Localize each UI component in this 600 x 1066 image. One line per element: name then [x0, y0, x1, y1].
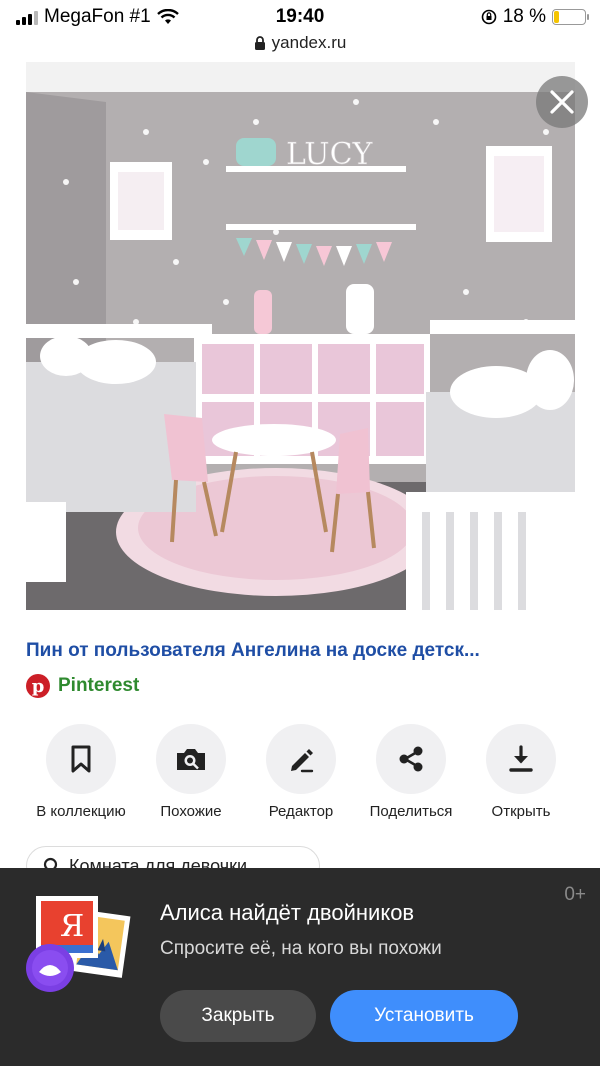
promo-title: Алиса найдёт двойников — [160, 900, 415, 925]
open-button[interactable]: Открыть — [466, 724, 576, 820]
promo-art-letter: Я — [60, 909, 84, 944]
pencil-icon — [291, 749, 314, 773]
action-circle — [46, 724, 116, 794]
action-circle — [376, 724, 446, 794]
action-label: Редактор — [268, 803, 334, 820]
camera-search-icon — [177, 749, 205, 770]
share-button[interactable]: Поделиться — [356, 724, 466, 820]
action-label: Поделиться — [369, 803, 453, 820]
similar-button[interactable]: Похожие — [136, 724, 246, 820]
lucy-sign: LUCY — [286, 137, 374, 172]
download-icon — [509, 745, 533, 772]
close-image-button[interactable] — [536, 76, 588, 128]
battery-percent: 18 % — [502, 6, 546, 27]
status-bar: MegaFon #1 19:40 18 % — [0, 0, 600, 34]
action-circle — [266, 724, 336, 794]
bookmark-icon — [71, 745, 91, 773]
url-text: yandex.ru — [271, 33, 347, 52]
battery-icon — [552, 9, 589, 25]
action-label: Открыть — [491, 803, 551, 820]
add-to-collection-button[interactable]: В коллекцию — [26, 724, 136, 820]
address-bar[interactable]: yandex.ru — [0, 32, 600, 54]
promo-illustration: Я — [26, 896, 131, 992]
action-label: Похожие — [160, 803, 222, 820]
install-button[interactable]: Установить — [330, 990, 518, 1042]
lock-icon — [254, 35, 265, 50]
action-circle — [156, 724, 226, 794]
source-name: Pinterest — [58, 675, 140, 696]
pin-image[interactable]: LUCY — [26, 62, 575, 610]
action-bar: В коллекцию Похожие Редактор Поделиться … — [26, 724, 576, 824]
orientation-lock-icon — [481, 9, 496, 25]
action-circle — [486, 724, 556, 794]
pinterest-logo-icon: p — [26, 674, 50, 698]
promo-subtitle: Спросите её, на кого вы похожи — [160, 938, 442, 959]
age-rating: 0+ — [564, 884, 586, 905]
close-icon — [550, 90, 574, 114]
share-icon — [399, 746, 423, 772]
status-right: 18 % — [481, 6, 589, 28]
battery-fill — [554, 11, 560, 23]
action-label: В коллекцию — [36, 803, 126, 820]
alice-promo-banner: 0+ Я Алиса найдёт двойников Спросите её,… — [0, 868, 600, 1066]
pin-title-link[interactable]: Пин от пользователя Ангелина на доске де… — [26, 640, 586, 662]
editor-button[interactable]: Редактор — [246, 724, 356, 820]
bedroom-photo: LUCY — [26, 62, 575, 610]
close-banner-button[interactable]: Закрыть — [160, 990, 316, 1042]
source-link[interactable]: p Pinterest — [26, 674, 139, 698]
